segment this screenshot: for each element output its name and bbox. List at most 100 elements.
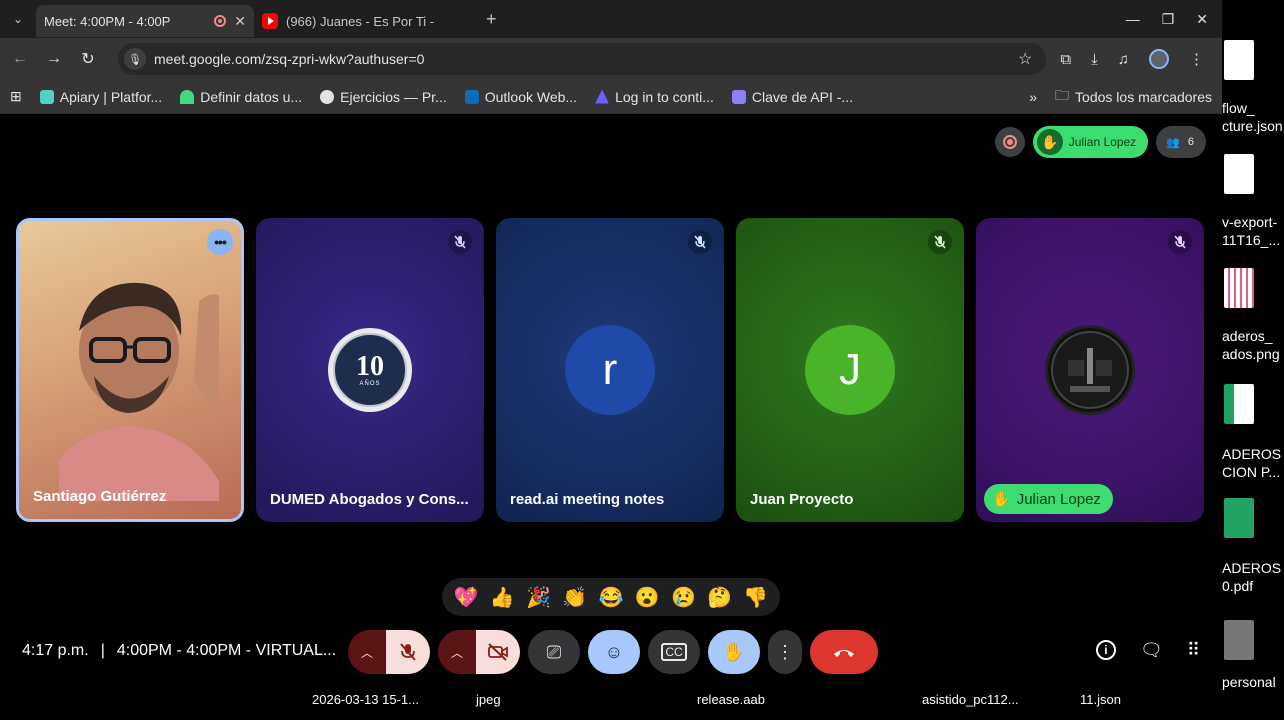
info-icon[interactable]: i [1095,640,1116,660]
emoji-reactions-button[interactable]: ☺ [588,630,640,674]
raised-hand-chip[interactable]: ✋ Julian Lopez [1032,126,1149,158]
close-window-icon[interactable]: ✕ [1196,11,1208,28]
meet-stage: ✋ Julian Lopez 👥 6 ••• Santiago Gutiérre… [0,114,1222,690]
chat-icon[interactable]: 🗨 [1140,640,1163,661]
media-control-icon[interactable]: ♫ [1118,51,1129,68]
mic-off-icon [400,643,416,661]
profile-avatar[interactable] [1149,49,1169,69]
reaction-thumbs-down-icon[interactable]: 👎 [743,585,768,610]
reaction-party-icon[interactable]: 🎉 [526,585,551,610]
desktop-file-label[interactable]: flow_ [1222,100,1255,116]
bookmark-label: Apiary | Platfor... [59,88,163,105]
excel-file-icon[interactable] [1222,498,1284,538]
tab-meet[interactable]: Meet: 4:00PM - 4:00P ✕ [0,5,1222,690]
file-icon[interactable] [1222,154,1284,194]
desktop-file-label[interactable]: asistido_pc112... [922,692,1019,707]
json-file-icon[interactable] [1222,40,1284,80]
meeting-controls-bar: 4:17 p.m. | 4:00PM - 4:00PM - VIRTUAL... ︿… [0,628,1222,676]
bookmark-label: Outlook Web... [484,88,578,105]
desktop-file-label[interactable]: ADEROS [1222,560,1281,576]
present-screen-button[interactable]: ⎚ [528,630,580,674]
desktop-file-label[interactable]: ADEROS [1222,446,1281,462]
desktop-file-label[interactable]: personal [1222,674,1276,690]
url-text[interactable]: meet.google.com/zsq-zpri-wkw?authuser=0 [154,51,1010,67]
desktop-file-label[interactable]: cture.json [1222,118,1283,134]
raised-hand-name: Julian Lopez [1068,135,1137,149]
back-icon[interactable]: ← [10,50,30,68]
reaction-thumbs-up-icon[interactable]: 👍 [490,585,515,610]
more-options-button[interactable]: ⋮ [768,630,802,674]
participant-tile[interactable]: 10 AÑOS DUMED Abogados y Cons... [256,218,484,522]
desktop-file-label[interactable]: 2026-03-13 15-1... [312,692,419,707]
restore-icon[interactable]: ❐ [1162,11,1175,28]
participant-tile[interactable]: ✋ Julian Lopez [976,218,1204,522]
meeting-title[interactable]: 4:00PM - 4:00PM - VIRTUAL... [117,642,336,659]
participants-chip[interactable]: 👥 6 [1156,126,1206,158]
bookmark-label: Ejercicios — Pr... [340,88,447,105]
bookmark-login[interactable]: Log in to conti... [595,89,714,105]
recording-icon [214,15,227,27]
desktop-file-label[interactable]: v-export- [1222,214,1277,230]
reload-icon[interactable]: ↻ [78,49,98,69]
participant-name: DUMED Abogados y Cons... [270,491,469,508]
minimize-icon[interactable]: — [1126,11,1140,28]
outlook-icon [464,89,479,104]
tab-search-chevron-icon[interactable]: ⌄ [6,7,30,31]
new-tab-icon[interactable]: + [486,9,497,30]
raised-hand-icon: ✋ [992,491,1011,508]
participant-tile[interactable]: r read.ai meeting notes [496,218,724,522]
bookmark-outlook[interactable]: Outlook Web... [464,88,578,105]
address-bar[interactable]: 🎙 meet.google.com/zsq-zpri-wkw?authuser=… [118,43,1047,75]
bookmark-apiary[interactable]: Apiary | Platfor... [39,88,163,105]
camera-toggle-button[interactable] [476,630,520,674]
desktop-file-label[interactable]: jpeg [476,692,501,707]
screen: ⌄ Meet: 4:00PM - 4:00P ✕ (966) Juanes - … [0,0,1284,720]
raise-hand-button[interactable]: ✋ [708,630,760,674]
desktop-file-label[interactable]: aderos_ [1222,328,1273,344]
reaction-laugh-icon[interactable]: 😂 [599,585,624,610]
reaction-thinking-icon[interactable]: 🤔 [707,585,732,610]
image-file-icon[interactable] [1222,268,1284,308]
close-tab-icon[interactable]: ✕ [234,13,246,30]
mic-toggle-button[interactable] [386,630,430,674]
forward-icon[interactable]: → [44,50,64,68]
audio-options-chevron-icon[interactable]: ︿ [348,630,386,674]
more-bookmarks-icon[interactable]: » [1029,89,1037,105]
browser-tab-bar: ⌄ Meet: 4:00PM - 4:00P ✕ (966) Juanes - … [0,0,1222,690]
bookmark-star-icon[interactable]: ☆ [1018,49,1032,69]
captions-button[interactable]: CC [648,630,700,674]
tab-youtube[interactable]: (966) Juanes - Es Por Ti - [254,5,474,37]
participant-tile[interactable]: J Juan Proyecto [736,218,964,522]
participant-tile[interactable]: ••• Santiago Gutiérrez [16,218,244,522]
recording-indicator[interactable] [994,127,1025,157]
desktop-file-label[interactable]: ados.png [1222,346,1280,362]
spreadsheet-file-icon[interactable] [1222,384,1284,424]
archive-file-icon[interactable] [1222,620,1284,660]
extensions-icon[interactable]: ⧉ [1060,51,1071,68]
download-icon[interactable]: ⤓ [1091,51,1098,68]
all-bookmarks[interactable]: 🗀 Todos los marcadores [1055,85,1212,109]
bookmark-ejercicios[interactable]: Ejercicios — Pr... [320,89,447,105]
desktop-file-label[interactable]: 0.pdf [1222,578,1253,594]
apiary-icon [39,89,54,104]
desktop-file-label[interactable]: CION P... [1222,464,1280,480]
bookmark-definir-datos[interactable]: Definir datos u... [180,89,302,105]
apps-grid-icon[interactable]: ⊞ [10,88,22,105]
side-panel-controls: i 🗨 ⠿ [1095,640,1222,661]
reaction-sad-icon[interactable]: 😢 [671,585,696,610]
separator: | [100,642,105,659]
desktop-file-label[interactable]: 11.json [1080,692,1121,707]
reaction-clap-icon[interactable]: 👏 [562,585,587,610]
youtube-icon [262,13,278,29]
site-info-icon[interactable]: 🎙 [124,48,146,70]
leave-call-button[interactable] [810,630,878,674]
reaction-surprised-icon[interactable]: 😮 [635,585,660,610]
activities-grid-icon[interactable]: ⠿ [1187,640,1200,661]
desktop-file-label[interactable]: release.aab [697,692,765,707]
more-options-icon[interactable]: ••• [207,229,233,255]
reaction-heart-icon[interactable]: 💖 [454,585,479,610]
video-options-chevron-icon[interactable]: ︿ [438,630,476,674]
browser-menu-icon[interactable]: ⋮ [1189,50,1204,68]
desktop-file-label[interactable]: 11T16_... [1222,232,1280,248]
bookmark-clave-api[interactable]: Clave de API -... [731,89,853,105]
